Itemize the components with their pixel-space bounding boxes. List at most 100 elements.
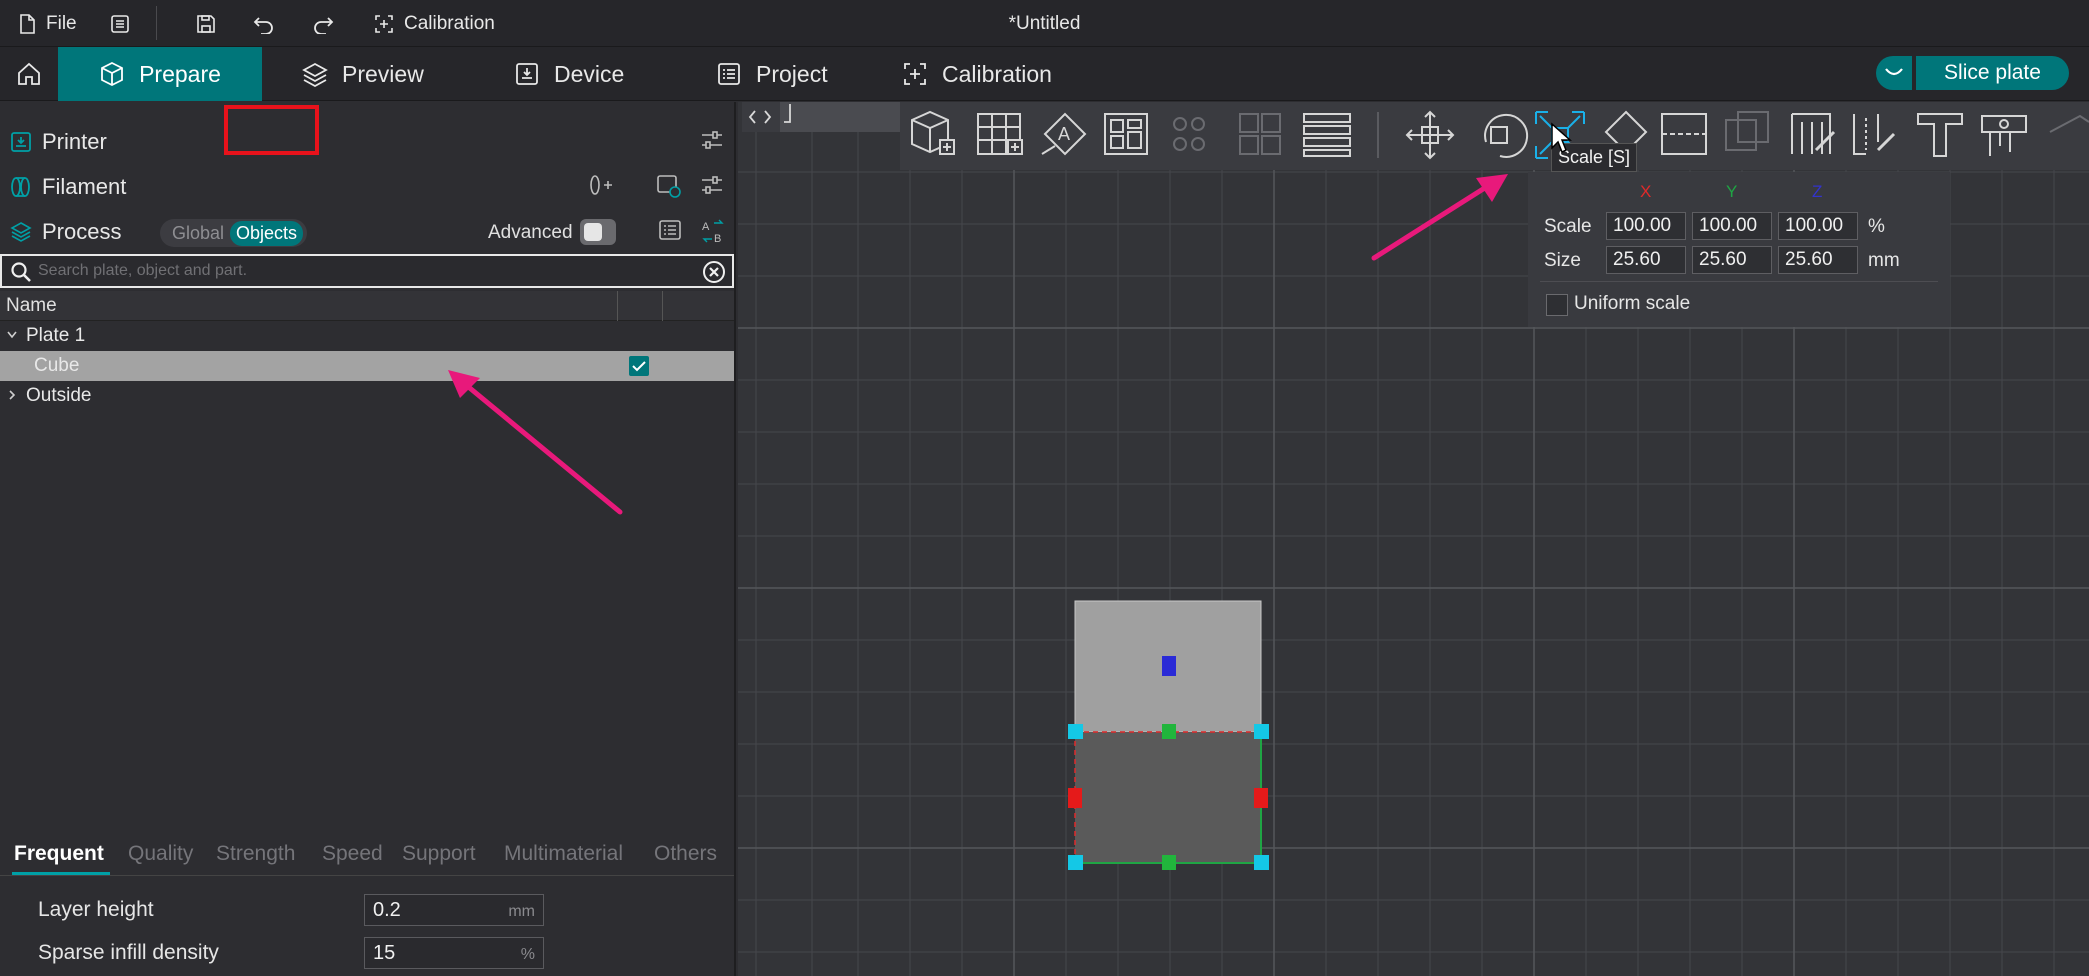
clear-search-icon[interactable] bbox=[702, 260, 726, 284]
add-plate-icon[interactable] bbox=[977, 113, 1023, 155]
add-cube-icon[interactable] bbox=[911, 110, 955, 155]
cut-icon[interactable] bbox=[1661, 113, 1707, 155]
size-y-input[interactable]: 25.60 bbox=[1692, 246, 1772, 274]
slice-mode-dropdown[interactable] bbox=[1876, 56, 1912, 90]
parameter-tabs: Frequent Quality Strength Speed Support … bbox=[0, 838, 734, 876]
scale-label: Scale bbox=[1544, 216, 1592, 237]
chevron-down-icon bbox=[1885, 68, 1903, 76]
assembly-icon[interactable] bbox=[2049, 114, 2089, 133]
split-parts-icon[interactable] bbox=[1239, 113, 1281, 155]
global-objects-switch[interactable]: Global Objects bbox=[160, 219, 308, 247]
save-icon bbox=[197, 14, 215, 33]
tab-quality[interactable]: Quality bbox=[128, 842, 193, 866]
scale-x-input[interactable]: 100.00 bbox=[1606, 212, 1686, 240]
annotation-arrow-icon bbox=[448, 370, 623, 515]
tab-device[interactable]: Device bbox=[514, 47, 624, 101]
tab-project-label: Project bbox=[756, 60, 828, 87]
svg-text:B: B bbox=[714, 233, 721, 244]
cube-visible-checkbox[interactable] bbox=[629, 356, 649, 376]
size-z-input[interactable]: 25.60 bbox=[1778, 246, 1858, 274]
list-icon bbox=[111, 14, 129, 33]
tab-speed[interactable]: Speed bbox=[322, 842, 383, 866]
settings-sliders-icon[interactable] bbox=[700, 173, 724, 197]
text-tool-icon[interactable] bbox=[1917, 113, 1963, 157]
sidebar-collapse-button[interactable] bbox=[742, 102, 900, 132]
device-icon bbox=[516, 63, 538, 85]
tab-strength[interactable]: Strength bbox=[216, 842, 295, 866]
seam-paint-icon[interactable] bbox=[1853, 114, 1896, 155]
printer-label: Printer bbox=[42, 129, 107, 154]
home-button[interactable] bbox=[0, 47, 58, 101]
calibration-menu[interactable]: Calibration bbox=[374, 0, 495, 47]
tree-row-plate[interactable]: Plate 1 bbox=[0, 321, 734, 351]
app-window: File Calibration *Untitled Prepare Previ… bbox=[0, 0, 2089, 976]
main-tab-bar: Prepare Preview Device Project Calibrati… bbox=[0, 47, 2089, 101]
tab-prepare-label: Prepare bbox=[139, 60, 221, 87]
slice-plate-button[interactable]: Slice plate bbox=[1916, 56, 2069, 90]
axis-z-label: Z bbox=[1812, 182, 1823, 201]
printer-section[interactable]: Printer bbox=[0, 120, 736, 164]
split-objects-icon[interactable] bbox=[1173, 117, 1205, 151]
compare-ab-icon[interactable]: AB bbox=[700, 218, 726, 244]
move-icon[interactable] bbox=[1405, 110, 1455, 160]
process-section: Process Global Objects Advanced AB bbox=[0, 210, 736, 254]
infill-density-unit: % bbox=[520, 946, 535, 963]
tab-multimaterial[interactable]: Multimaterial bbox=[504, 842, 623, 866]
layer-height-row: Layer height 0.2 mm bbox=[0, 890, 734, 930]
file-menu[interactable]: File bbox=[18, 0, 77, 47]
compare-list-icon[interactable] bbox=[658, 218, 682, 242]
tab-others[interactable]: Others bbox=[654, 842, 717, 866]
uniform-scale-checkbox[interactable] bbox=[1546, 294, 1568, 316]
arrange-icon[interactable] bbox=[1104, 113, 1148, 155]
panel-divider bbox=[1540, 281, 1938, 282]
layers-icon bbox=[302, 62, 328, 87]
advanced-toggle[interactable] bbox=[580, 219, 616, 245]
redo-icon bbox=[314, 16, 334, 34]
layer-height-input[interactable]: 0.2 mm bbox=[364, 894, 544, 926]
save-button[interactable] bbox=[196, 0, 216, 47]
collapse-input-area bbox=[780, 102, 900, 132]
infill-density-value: 15 bbox=[373, 942, 396, 964]
notes-button[interactable] bbox=[110, 0, 130, 47]
layers-icon bbox=[10, 222, 32, 242]
tab-calibration[interactable]: Calibration bbox=[902, 47, 1052, 101]
home-icon bbox=[18, 62, 40, 85]
chevron-right-icon[interactable] bbox=[6, 389, 18, 401]
tab-project[interactable]: Project bbox=[716, 47, 828, 101]
printer-icon bbox=[11, 132, 31, 152]
support-paint-icon[interactable] bbox=[1791, 113, 1836, 154]
size-x-input[interactable]: 25.60 bbox=[1606, 246, 1686, 274]
process-label: Process bbox=[42, 219, 122, 244]
mesh-boolean-icon[interactable] bbox=[1725, 111, 1769, 151]
objects-highlight-box bbox=[224, 105, 319, 155]
title-bar: File Calibration *Untitled bbox=[0, 0, 2089, 47]
layers-editing-icon[interactable] bbox=[1303, 113, 1351, 157]
scale-y-input[interactable]: 100.00 bbox=[1692, 212, 1772, 240]
filament-label: Filament bbox=[42, 174, 127, 199]
object-toolbar: A bbox=[900, 102, 2089, 170]
chevron-down-icon[interactable] bbox=[6, 329, 18, 341]
scale-z-input[interactable]: 100.00 bbox=[1778, 212, 1858, 240]
tab-prepare[interactable]: Prepare bbox=[58, 47, 262, 101]
bracket-icon bbox=[784, 104, 791, 123]
undo-button[interactable] bbox=[253, 0, 275, 47]
redo-button[interactable] bbox=[312, 0, 334, 47]
filament-sync-icon[interactable] bbox=[656, 173, 682, 199]
tab-frequent[interactable]: Frequent bbox=[14, 842, 104, 866]
measure-icon[interactable] bbox=[1981, 115, 2027, 156]
settings-sliders-icon[interactable] bbox=[700, 128, 724, 152]
auto-orient-icon[interactable]: A bbox=[1041, 112, 1087, 156]
tab-calibration-label: Calibration bbox=[942, 60, 1052, 87]
add-filament-icon[interactable] bbox=[588, 173, 614, 197]
global-option[interactable]: Global bbox=[164, 223, 230, 244]
search-input[interactable] bbox=[38, 258, 678, 284]
search-icon bbox=[11, 262, 31, 282]
uniform-scale-label: Uniform scale bbox=[1574, 293, 1691, 314]
filament-section[interactable]: Filament bbox=[0, 165, 736, 209]
objects-option[interactable]: Objects bbox=[230, 220, 304, 246]
rotate-icon[interactable] bbox=[1484, 113, 1529, 158]
tab-support[interactable]: Support bbox=[402, 842, 476, 866]
infill-density-input[interactable]: 15 % bbox=[364, 937, 544, 969]
object-search-field[interactable] bbox=[0, 254, 734, 288]
tab-preview[interactable]: Preview bbox=[302, 47, 424, 101]
